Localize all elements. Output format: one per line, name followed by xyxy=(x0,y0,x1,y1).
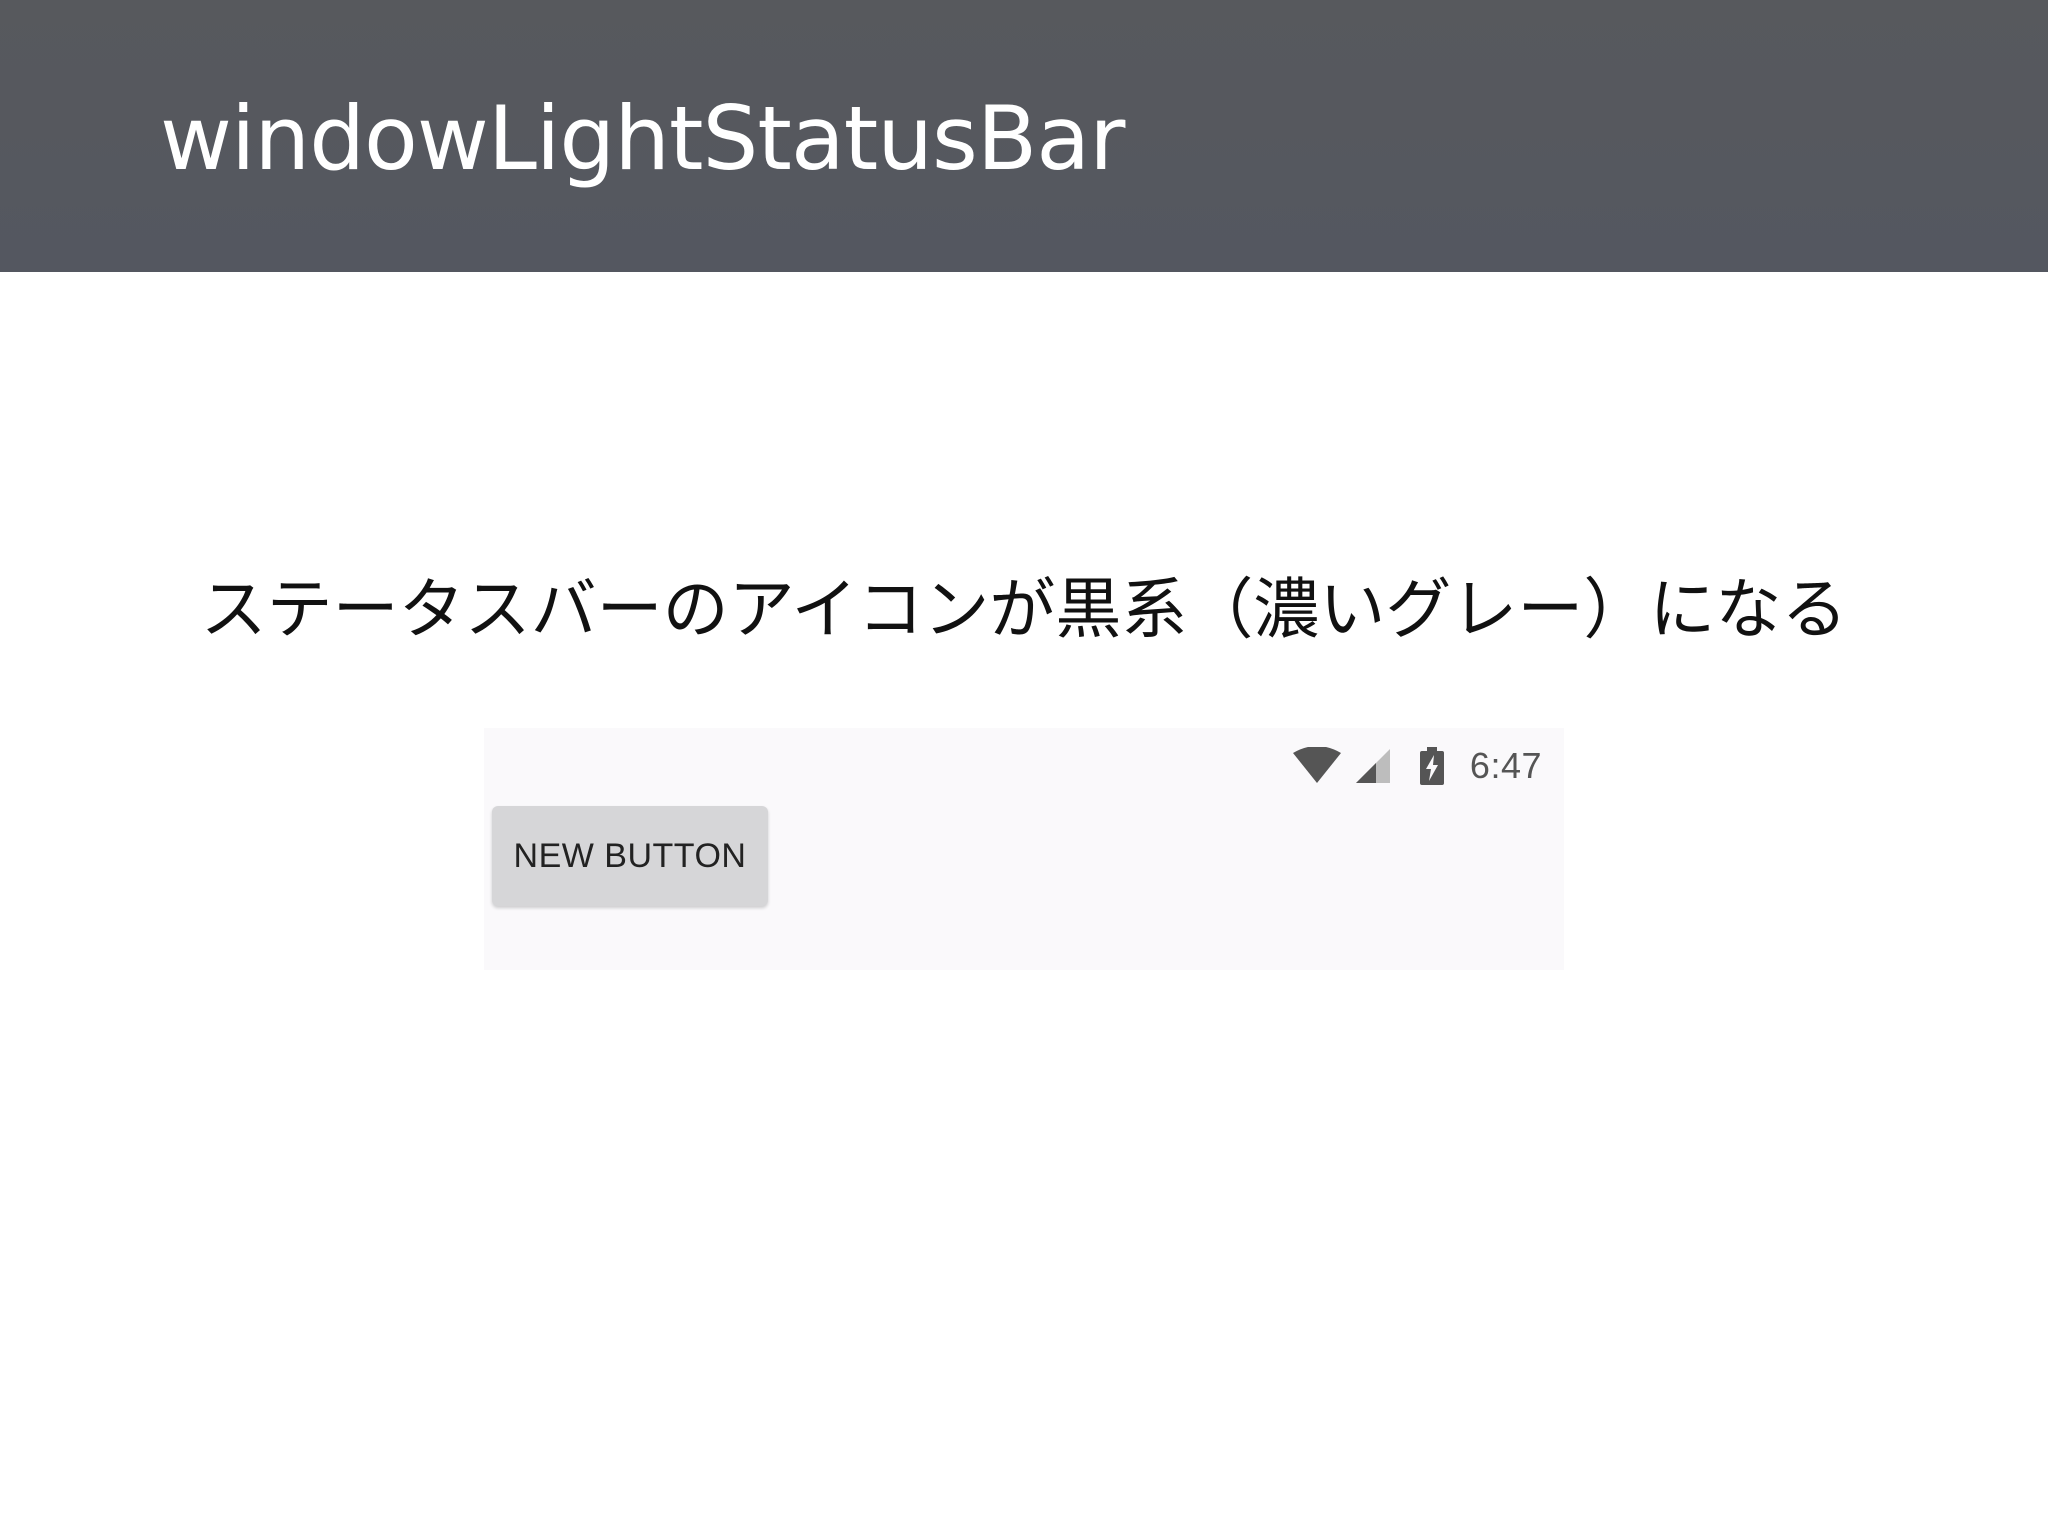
slide-header: windowLightStatusBar xyxy=(0,0,2048,272)
wifi-icon xyxy=(1292,747,1341,783)
slide-title: windowLightStatusBar xyxy=(160,87,1125,190)
new-button[interactable]: NEW BUTTON xyxy=(492,806,768,906)
cellular-signal-icon xyxy=(1355,749,1390,783)
android-screenshot: 6:47 NEW BUTTON xyxy=(484,728,1564,970)
battery-charging-icon xyxy=(1419,747,1444,785)
status-bar: 6:47 xyxy=(1292,742,1542,790)
status-time: 6:47 xyxy=(1469,745,1542,786)
slide-caption: ステータスバーのアイコンが黒系（濃いグレー）になる xyxy=(200,571,1848,648)
